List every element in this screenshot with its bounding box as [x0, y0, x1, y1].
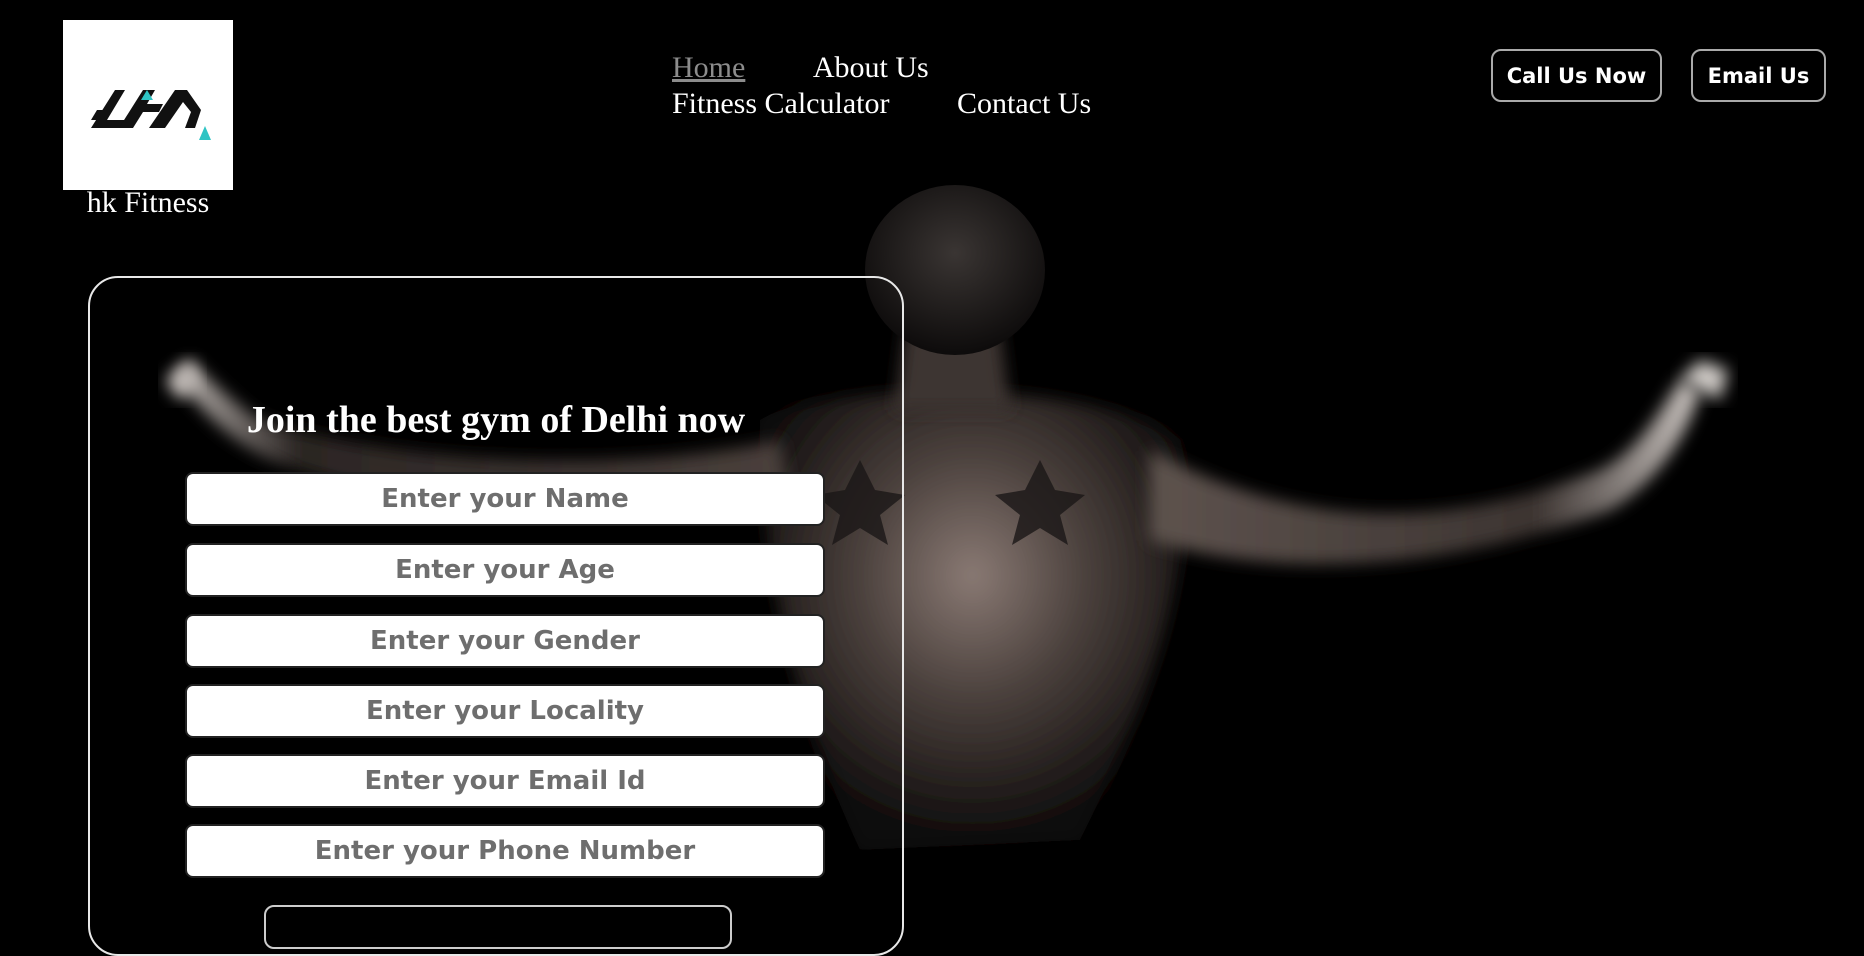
brand-name: hk Fitness [86, 186, 210, 219]
email-us-button[interactable]: Email Us [1691, 49, 1826, 102]
nav-contact-us[interactable]: Contact Us [957, 86, 1091, 122]
gym-logo-icon [91, 90, 211, 140]
call-us-button[interactable]: Call Us Now [1491, 49, 1662, 102]
phone-input[interactable] [185, 824, 825, 878]
nav-home[interactable]: Home [672, 50, 745, 86]
nav-fitness-calculator[interactable]: Fitness Calculator [672, 86, 889, 122]
locality-input[interactable] [185, 684, 825, 738]
brand-logo[interactable] [63, 20, 233, 190]
email-input[interactable] [185, 754, 825, 808]
form-title: Join the best gym of Delhi now [246, 399, 746, 441]
main-nav: Home About Us Fitness Calculator Contact… [672, 50, 1272, 122]
age-input[interactable] [185, 543, 825, 597]
gender-input[interactable] [185, 614, 825, 668]
nav-about-us[interactable]: About Us [813, 50, 929, 86]
name-input[interactable] [185, 472, 825, 526]
